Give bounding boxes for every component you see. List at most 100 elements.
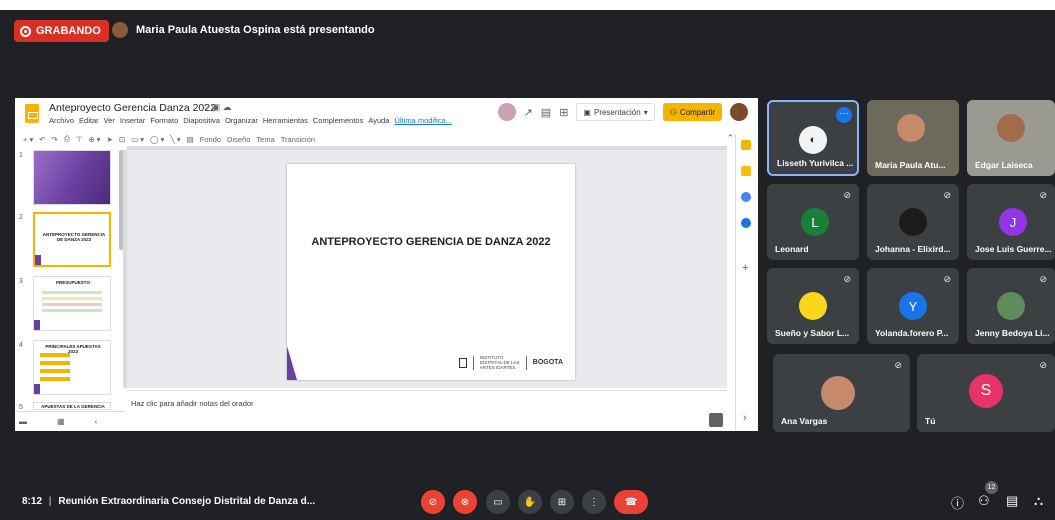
menu-view[interactable]: Ver (104, 116, 115, 125)
slide-thumbnail[interactable] (33, 150, 111, 205)
background-button[interactable]: Fondo (200, 135, 221, 144)
share-button[interactable]: ⚇ Compartir (662, 103, 722, 121)
menu-insert[interactable]: Insertar (120, 116, 145, 125)
speaker-notes[interactable]: Haz clic para añadir notas del orador (127, 390, 727, 430)
calendar-icon[interactable] (741, 140, 751, 150)
chevron-left-icon[interactable]: ‹ (95, 417, 98, 426)
slides-logo-icon (25, 104, 39, 123)
presenting-text: Maria Paula Atuesta Ospina está presenta… (136, 24, 375, 36)
contacts-icon[interactable] (741, 218, 751, 228)
image-icon[interactable]: ▭ ▾ (131, 135, 144, 144)
thumb-accent (35, 255, 41, 265)
menu-slide[interactable]: Diapositiva (183, 116, 220, 125)
thumb-number: 3 (19, 278, 23, 285)
menu-file[interactable]: Archivo (49, 116, 74, 125)
menu-help[interactable]: Ayuda (368, 116, 389, 125)
activities-icon[interactable]: ⛬ (1034, 493, 1043, 509)
comments-icon[interactable]: ▤ (541, 106, 551, 119)
meet-icon[interactable]: ⊞ (559, 106, 568, 119)
zoom-icon[interactable]: ⊕ ▾ (88, 135, 100, 144)
participant-tile[interactable]: ◐ ⋯ Lisseth Yurivilca ... (767, 100, 859, 176)
collapse-menu-icon[interactable]: ⌃ (726, 133, 734, 144)
tasks-icon[interactable] (741, 192, 751, 202)
chat-icon[interactable]: ▤ (1006, 493, 1018, 509)
mic-off-icon: ⊘ (894, 360, 902, 370)
menu-arrange[interactable]: Organizar (225, 116, 258, 125)
present-button[interactable]: ▣ Presentación ▾ (576, 103, 655, 121)
more-options-icon[interactable]: ⋯ (836, 107, 852, 123)
print-icon[interactable]: ⎙ (64, 134, 70, 144)
redo-icon[interactable]: ↷ (52, 135, 58, 144)
slide-thumbnail[interactable]: PRINCIPALES APUESTAS 2022 (33, 340, 111, 395)
last-edit-link[interactable]: Última modifica... (394, 116, 452, 125)
meeting-title[interactable]: Reunión Extraordinaria Consejo Distrital… (58, 496, 315, 507)
self-tile[interactable]: ⊘ S Tú (917, 354, 1055, 432)
layout-button[interactable]: Diseño (227, 135, 250, 144)
participant-video[interactable]: Maria Paula Atu... (867, 100, 959, 176)
explore-icon[interactable] (709, 413, 723, 427)
leave-call-button[interactable]: ☎ (614, 490, 648, 514)
thumb-title: ANTEPROYECTO GERENCIA DE DANZA 2022 (42, 232, 106, 242)
meeting-details-icon[interactable]: ⓘ (951, 493, 964, 512)
avatar (799, 292, 827, 320)
meet-window: GRABANDO Maria Paula Atuesta Ospina está… (0, 0, 1055, 520)
doc-title[interactable]: Anteproyecto Gerencia Danza 2022 (49, 102, 216, 114)
add-slide-icon[interactable]: + ▾ (23, 135, 33, 144)
thumb-number: 2 (19, 214, 23, 221)
slide-thumbnail[interactable]: PRESUPUESTO (33, 276, 111, 331)
menu-addons[interactable]: Complementos (313, 116, 363, 125)
captions-button[interactable]: ▭ (486, 490, 510, 514)
line-icon[interactable]: ╲ ▾ (170, 135, 180, 144)
toolbar: + ▾ ↶ ↷ ⎙ ⊤ ⊕ ▾ ➤ ⊡ ▭ ▾ ◯ ▾ ╲ ▾ ▤ Fondo … (23, 132, 743, 146)
undo-icon[interactable]: ↶ (39, 135, 45, 144)
filmstrip-view-icon[interactable]: ▬ (19, 417, 27, 426)
thumb-row (42, 297, 102, 300)
raise-hand-button[interactable]: ✋ (518, 490, 542, 514)
participant-tile[interactable]: ⊘ Y Yolanda.forero P... (867, 268, 959, 344)
separator: | (48, 496, 52, 507)
participant-tile[interactable]: ⊘ J Jose Luis Guerre... (967, 184, 1055, 260)
thumb-row (40, 377, 70, 381)
theme-button[interactable]: Tema (256, 135, 274, 144)
collaborator-avatar[interactable] (497, 103, 516, 121)
mic-off-button[interactable]: ⊘ (421, 490, 445, 514)
shape-icon[interactable]: ◯ ▾ (150, 135, 164, 144)
camera-off-button[interactable]: ⊗ (453, 490, 477, 514)
thumb-row (40, 369, 70, 373)
menu-format[interactable]: Formato (150, 116, 178, 125)
people-icon[interactable]: ⚇ (978, 493, 990, 509)
menu-tools[interactable]: Herramientas (263, 116, 308, 125)
chevron-right-icon[interactable]: › (743, 412, 747, 424)
present-now-button[interactable]: ⊞ (550, 490, 574, 514)
keep-icon[interactable] (741, 166, 751, 176)
participant-tile[interactable]: ⊘ Sueño y Sabor L... (767, 268, 859, 344)
participant-tile[interactable]: ⊘ Johanna - Elixird... (867, 184, 959, 260)
textbox-icon[interactable]: ⊡ (119, 135, 125, 144)
present-icon: ▣ (583, 107, 591, 117)
participant-tile[interactable]: ⊘ L Leonard (767, 184, 859, 260)
thumb-accent (34, 320, 40, 330)
transition-button[interactable]: Transición (281, 135, 315, 144)
slide-thumbnail-selected[interactable]: ANTEPROYECTO GERENCIA DE DANZA 2022 (33, 212, 111, 267)
avatar: J (999, 208, 1027, 236)
participant-video[interactable]: Edgar Laiseca (967, 100, 1055, 176)
add-addon-icon[interactable]: + (742, 262, 748, 274)
star-icon[interactable]: ☆ ▣ ☁ (201, 102, 232, 113)
participant-tile[interactable]: ⊘ Jenny Bedoya Li... (967, 268, 1055, 344)
slide-thumbnail[interactable]: APUESTAS DE LA GERENCIA (33, 402, 111, 410)
comment-icon[interactable]: ▤ (187, 135, 194, 144)
recording-badge[interactable]: GRABANDO (14, 20, 109, 42)
avatar: L (801, 208, 829, 236)
select-icon[interactable]: ➤ (107, 135, 113, 144)
more-options-button[interactable]: ⋮ (582, 490, 606, 514)
activity-icon[interactable]: ↗ (524, 106, 533, 119)
menu-edit[interactable]: Editar (79, 116, 99, 125)
current-slide[interactable]: ANTEPROYECTO GERENCIA DE DANZA 2022 INST… (287, 164, 575, 380)
divider (525, 355, 527, 370)
paint-format-icon[interactable]: ⊤ (76, 135, 83, 144)
participant-tile[interactable]: ⊘ Ana Vargas (773, 354, 910, 432)
mic-off-icon: ⊘ (843, 190, 851, 200)
thumb-row (40, 361, 70, 365)
grid-view-icon[interactable]: ▦ (57, 417, 65, 426)
account-avatar[interactable] (730, 103, 748, 121)
